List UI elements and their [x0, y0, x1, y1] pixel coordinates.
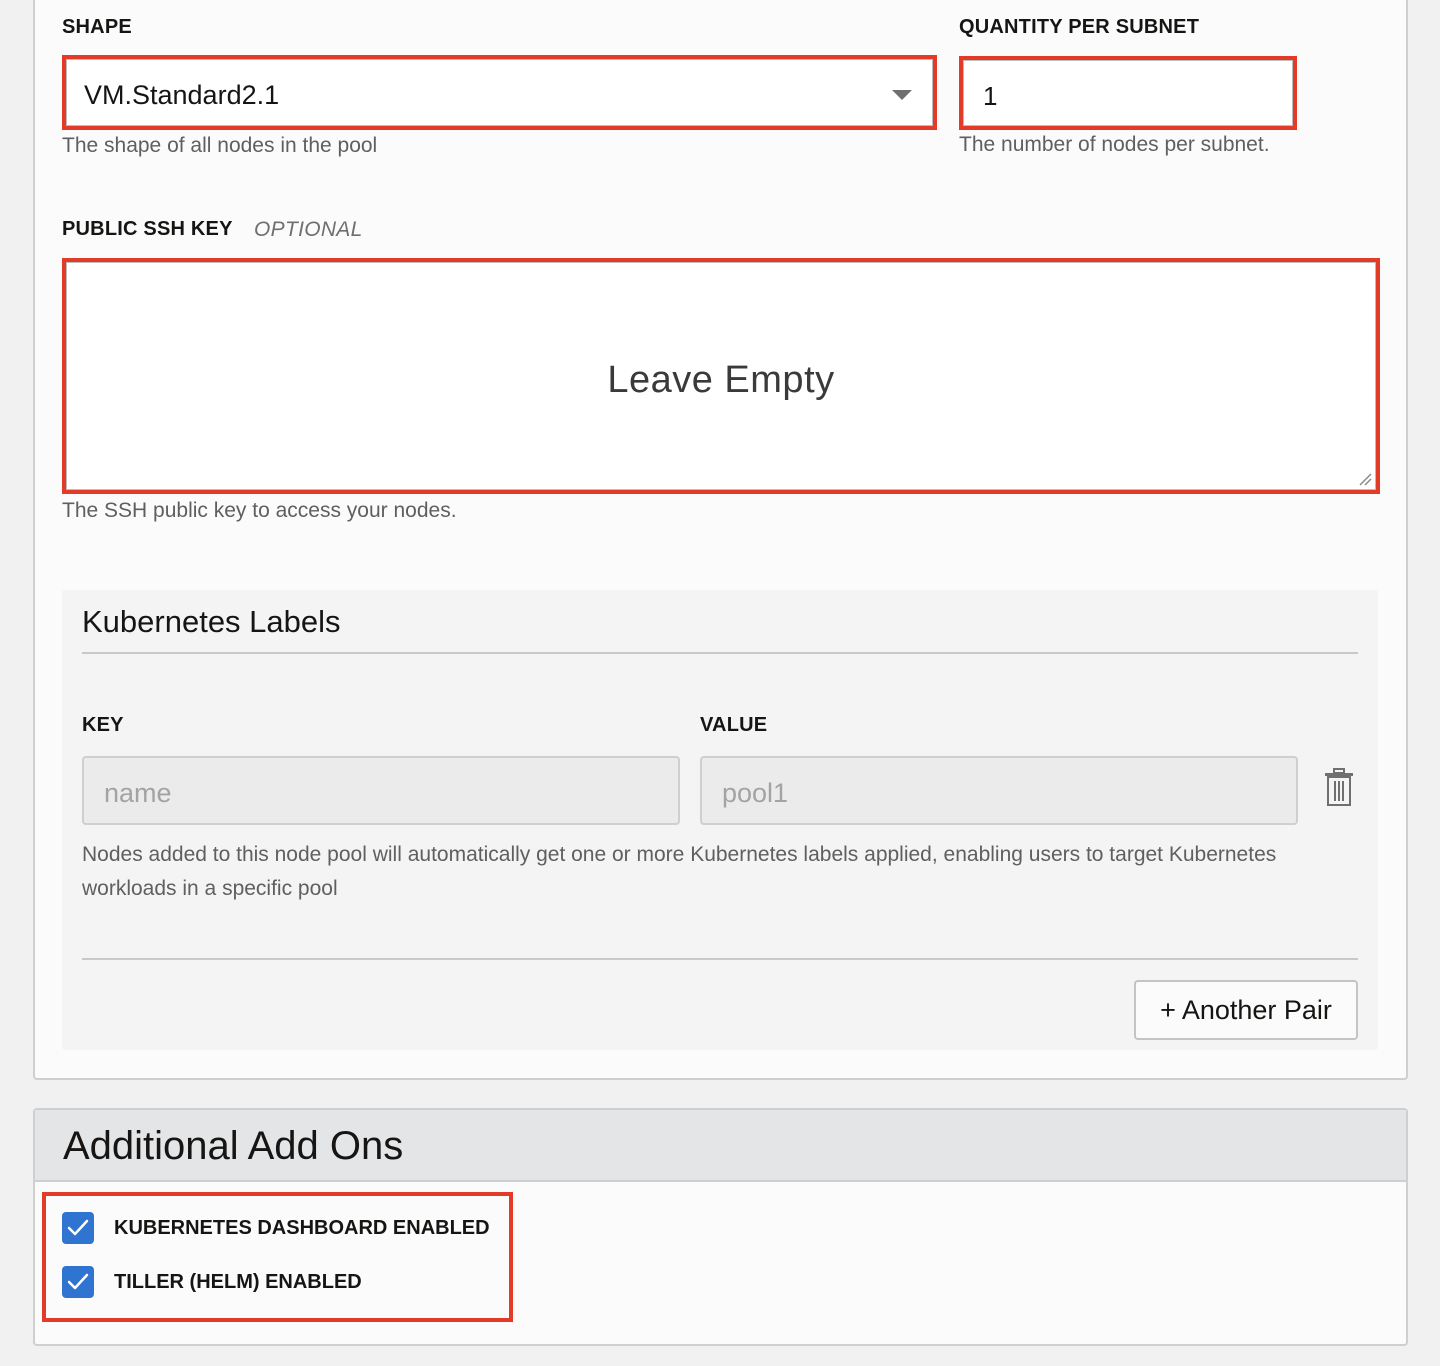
ssh-key-highlight: [62, 258, 1380, 494]
label-key-input[interactable]: name: [82, 756, 680, 825]
addons-highlight: [42, 1192, 513, 1322]
section-divider: [82, 652, 1358, 654]
quantity-highlight: [959, 56, 1297, 130]
kubernetes-labels-help: Nodes added to this node pool will autom…: [82, 843, 1277, 900]
ssh-key-label: PUBLIC SSH KEY: [62, 218, 233, 240]
shape-label: SHAPE: [62, 16, 132, 38]
optional-tag: OPTIONAL: [254, 218, 363, 241]
key-label: KEY: [82, 714, 124, 736]
value-label: VALUE: [700, 714, 768, 736]
label-value-placeholder: pool1: [722, 778, 789, 808]
label-key-placeholder: name: [104, 778, 172, 808]
shape-help: The shape of all nodes in the pool: [62, 134, 378, 157]
section-divider: [82, 958, 1358, 960]
addons-title: Additional Add Ons: [63, 1124, 404, 1168]
label-value-input[interactable]: pool1: [700, 756, 1298, 825]
ssh-key-help: The SSH public key to access your nodes.: [62, 499, 457, 522]
add-another-pair-button[interactable]: + Another Pair: [1134, 980, 1358, 1040]
trash-icon[interactable]: [1324, 768, 1354, 806]
kubernetes-labels-section: Kubernetes Labels KEY VALUE name pool1 N…: [62, 590, 1378, 1050]
addons-header: Additional Add Ons: [35, 1110, 1406, 1182]
quantity-label: QUANTITY PER SUBNET: [959, 16, 1200, 38]
quantity-help: The number of nodes per subnet.: [959, 133, 1270, 156]
kubernetes-labels-title: Kubernetes Labels: [82, 604, 341, 639]
shape-highlight: [62, 55, 937, 130]
